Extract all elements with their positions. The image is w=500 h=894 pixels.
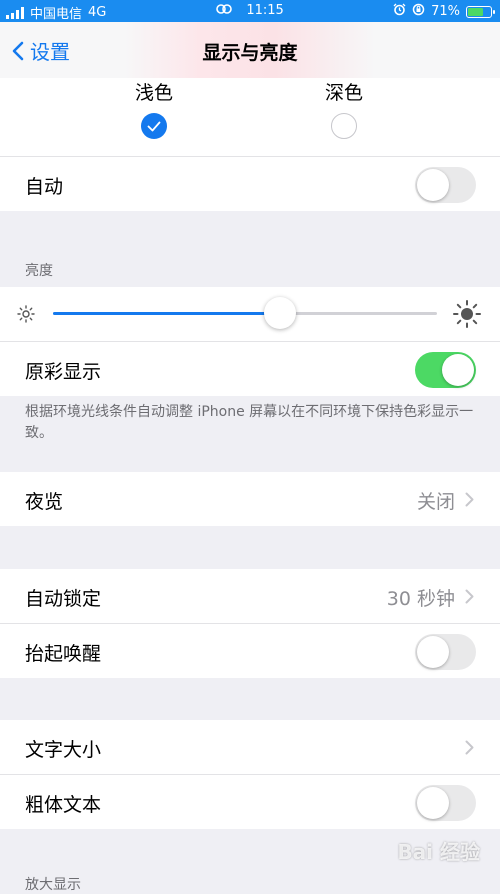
auto-lock-row[interactable]: 自动锁定 30 秒钟 <box>0 569 500 624</box>
auto-appearance-label: 自动 <box>25 176 64 198</box>
text-size-row[interactable]: 文字大小 <box>0 720 500 775</box>
light-mode-option[interactable]: 浅色 <box>114 78 194 139</box>
chevron-right-icon <box>465 492 474 507</box>
unselected-circle-icon <box>331 113 357 139</box>
brightness-slider[interactable] <box>53 297 437 329</box>
raise-to-wake-row: 抬起唤醒 <box>0 624 500 678</box>
dark-mode-option[interactable]: 深色 <box>304 78 384 139</box>
brightness-group: 原彩显示 <box>0 287 500 396</box>
text-group: 文字大小 粗体文本 <box>0 720 500 829</box>
brightness-slider-row <box>0 287 500 342</box>
auto-appearance-row: 自动 <box>0 157 500 211</box>
dark-mode-label: 深色 <box>324 82 363 104</box>
navigation-bar: 设置 显示与亮度 <box>0 22 500 79</box>
auto-appearance-toggle[interactable] <box>415 167 476 203</box>
bold-text-toggle[interactable] <box>415 785 476 821</box>
brightness-slider-knob[interactable] <box>263 297 296 329</box>
battery-icon <box>466 5 495 18</box>
auto-lock-label: 自动锁定 <box>25 588 102 610</box>
rotation-lock-icon <box>412 3 425 20</box>
true-tone-label: 原彩显示 <box>25 361 102 383</box>
night-shift-value: 关闭 <box>416 491 455 513</box>
auto-lock-value: 30 秒钟 <box>386 588 455 610</box>
page-title: 显示与亮度 <box>202 42 298 64</box>
checkmark-icon <box>141 113 167 139</box>
night-shift-label: 夜览 <box>25 491 64 513</box>
brightness-section-header: 亮度 <box>25 263 53 279</box>
bold-text-label: 粗体文本 <box>25 794 102 816</box>
lock-group: 自动锁定 30 秒钟 抬起唤醒 <box>0 569 500 678</box>
watermark-logo: Bai 经验 <box>397 840 480 864</box>
raise-to-wake-toggle[interactable] <box>415 634 476 670</box>
chevron-right-icon <box>465 589 474 604</box>
alarm-icon <box>393 3 406 20</box>
status-bar: 中国电信 4G 11:15 71% <box>0 0 500 22</box>
bold-text-row: 粗体文本 <box>0 775 500 829</box>
appearance-selector: 浅色 深色 <box>0 78 500 157</box>
brightness-high-icon <box>452 299 482 333</box>
text-size-label: 文字大小 <box>25 739 102 761</box>
link-icon <box>216 3 232 18</box>
raise-to-wake-label: 抬起唤醒 <box>25 643 102 665</box>
brightness-low-icon <box>16 304 36 328</box>
light-mode-label: 浅色 <box>134 82 173 104</box>
battery-percent: 71% <box>431 4 460 19</box>
night-shift-row[interactable]: 夜览 关闭 <box>0 472 500 526</box>
chevron-right-icon <box>465 740 474 755</box>
zoom-section-header: 放大显示 <box>25 877 81 893</box>
clock: 11:15 <box>246 3 284 18</box>
true-tone-row: 原彩显示 <box>0 342 500 396</box>
appearance-group: 浅色 深色 自动 <box>0 78 500 211</box>
night-shift-group: 夜览 关闭 <box>0 472 500 526</box>
true-tone-description: 根据环境光线条件自动调整 iPhone 屏幕以在不同环境下保持色彩显示一致。 <box>25 404 474 441</box>
true-tone-toggle[interactable] <box>415 352 476 388</box>
